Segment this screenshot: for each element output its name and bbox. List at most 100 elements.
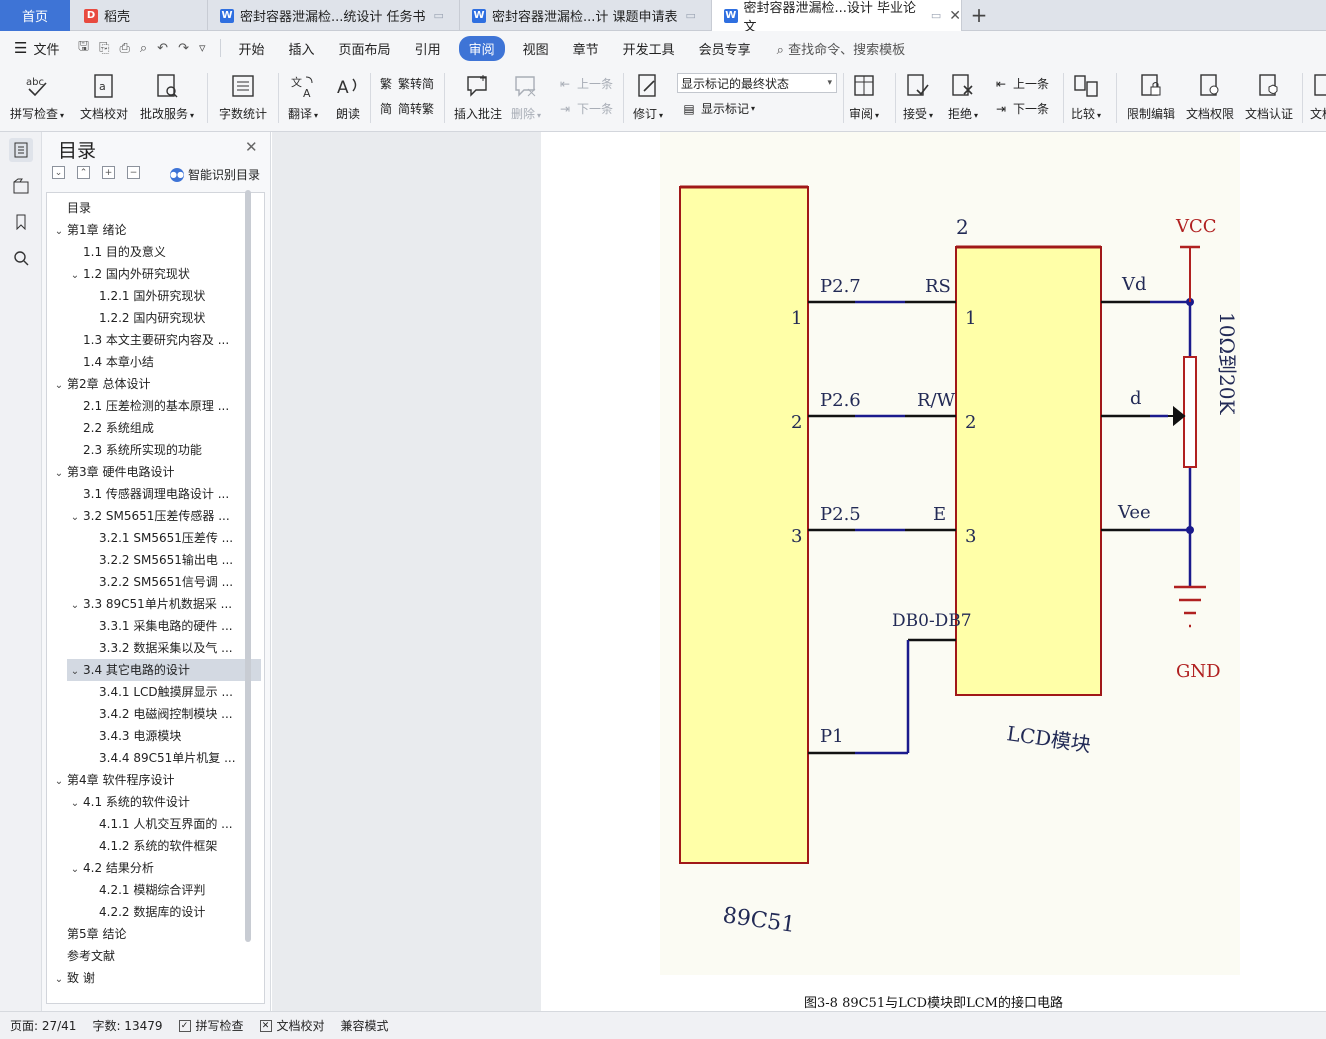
to-traditional-button[interactable]: 繁 繁转简: [378, 75, 434, 92]
outline-scrollbar[interactable]: [245, 190, 251, 942]
redo-icon[interactable]: ↷: [178, 41, 189, 56]
tab-thesis[interactable]: W 密封容器泄漏检...设计 毕业论文 ▭ ✕: [712, 0, 962, 35]
proof-toggle[interactable]: ✕ 文档校对: [259, 1017, 325, 1034]
accept-button[interactable]: 接受 ▾: [903, 71, 933, 122]
insert-comment-button[interactable]: 插入批注: [454, 71, 502, 122]
remove-heading-icon[interactable]: −: [127, 166, 140, 179]
close-icon[interactable]: ✕: [245, 138, 258, 156]
outline-item[interactable]: 1.3 本文主要研究内容及 ...: [83, 329, 261, 351]
doc-permission-button[interactable]: 文档权限: [1186, 71, 1234, 122]
outline-item[interactable]: ⌄ 4.2 结果分析: [67, 857, 261, 879]
outline-item[interactable]: 3.3.2 数据采集以及气 ...: [99, 637, 261, 659]
outline-icon[interactable]: [9, 138, 33, 162]
reject-button[interactable]: 拒绝 ▾: [948, 71, 978, 122]
outline-item[interactable]: ⌄ 第4章 软件程序设计: [51, 769, 261, 791]
prev-comment-button[interactable]: ⇤ 上一条: [557, 75, 613, 92]
spell-check-button[interactable]: abc 拼写检查 ▾: [10, 71, 64, 122]
tab-proposal[interactable]: W 密封容器泄漏检...计 课题申请表 ▭: [460, 0, 712, 31]
outline-item[interactable]: 3.2.1 SM5651压差传 ...: [99, 527, 261, 549]
chevron-down-icon[interactable]: ⌄: [51, 375, 67, 397]
bookmark-icon[interactable]: [9, 210, 33, 234]
chevron-down-icon[interactable]: ⌄: [67, 507, 83, 529]
add-heading-icon[interactable]: +: [102, 166, 115, 179]
outline-item[interactable]: 4.2.1 模糊综合评判: [99, 879, 261, 901]
outline-item[interactable]: 3.2.2 SM5651输出电 ...: [99, 549, 261, 571]
tab-daoke[interactable]: D 稻壳: [72, 0, 208, 31]
markup-state-select[interactable]: 显示标记的最终状态 ▾: [677, 73, 837, 93]
next-change-button[interactable]: ⇥ 下一条: [993, 100, 1049, 117]
word-count-indicator[interactable]: 字数: 13479: [92, 1017, 162, 1034]
outline-item[interactable]: ⌄ 4.1 系统的软件设计: [67, 791, 261, 813]
menu-insert[interactable]: 插入: [277, 39, 327, 58]
word-count-button[interactable]: 字数统计: [219, 71, 267, 122]
outline-item[interactable]: 3.1 传感器调理电路设计 ...: [83, 483, 261, 505]
search-icon[interactable]: [9, 246, 33, 270]
outline-item[interactable]: ⌄ 第2章 总体设计: [51, 373, 261, 395]
outline-item[interactable]: 2.3 系统所实现的功能: [83, 439, 261, 461]
outline-item[interactable]: ⌄ 3.3 89C51单片机数据采 ...: [67, 593, 261, 615]
collapse-all-icon[interactable]: ⌄: [52, 166, 65, 179]
outline-item[interactable]: ⌄ 3.2 SM5651压差传感器 ...: [67, 505, 261, 527]
menu-view[interactable]: 视图: [511, 39, 561, 58]
chevron-down-icon[interactable]: ⌄: [67, 661, 83, 683]
outline-item[interactable]: 3.4.1 LCD触摸屏显示 ...: [99, 681, 261, 703]
outline-item[interactable]: 2.2 系统组成: [83, 417, 261, 439]
chevron-down-icon[interactable]: ⌄: [51, 463, 67, 485]
customize-icon[interactable]: ▿: [199, 41, 206, 56]
outline-item[interactable]: 4.1.1 人机交互界面的 ...: [99, 813, 261, 835]
print-icon[interactable]: ⎙: [119, 41, 129, 56]
preview-icon[interactable]: ⌕: [140, 41, 147, 56]
outline-item[interactable]: 3.4.4 89C51单片机复 ...: [99, 747, 261, 769]
chevron-down-icon[interactable]: ⌄: [51, 221, 67, 243]
delete-comment-button[interactable]: 删除 ▾: [511, 71, 541, 122]
to-simplified-button[interactable]: 简 简转繁: [378, 100, 434, 117]
outline-item[interactable]: 4.2.2 数据库的设计: [99, 901, 261, 923]
chevron-down-icon[interactable]: ⌄: [67, 595, 83, 617]
page-indicator[interactable]: 页面: 27/41: [10, 1017, 76, 1034]
outline-item[interactable]: 3.3.1 采集电路的硬件 ...: [99, 615, 261, 637]
tab-task-book[interactable]: W 密封容器泄漏检...统设计 任务书 ▭: [208, 0, 460, 31]
review-pane-button[interactable]: 审阅 ▾: [849, 71, 879, 122]
outline-item[interactable]: 第5章 结论: [67, 923, 261, 945]
chevron-down-icon[interactable]: ⌄: [67, 859, 83, 881]
chapter-icon[interactable]: [9, 174, 33, 198]
undo-icon[interactable]: ↶: [157, 41, 168, 56]
restrict-edit-button[interactable]: 限制编辑: [1127, 71, 1175, 122]
outline-item[interactable]: 4.1.2 系统的软件框架: [99, 835, 261, 857]
menu-chapter[interactable]: 章节: [561, 39, 611, 58]
chevron-down-icon[interactable]: ⌄: [51, 969, 67, 991]
prev-change-button[interactable]: ⇤ 上一条: [993, 75, 1049, 92]
translate-button[interactable]: 文A 翻译 ▾: [288, 71, 318, 122]
menu-references[interactable]: 引用: [403, 39, 453, 58]
save-icon[interactable]: 🖫: [78, 37, 89, 59]
track-changes-button[interactable]: 修订 ▾: [633, 71, 663, 122]
compare-button[interactable]: 比较 ▾: [1071, 71, 1101, 122]
close-tab-icon[interactable]: ✕: [949, 8, 961, 24]
read-aloud-button[interactable]: A 朗读: [333, 71, 363, 122]
doc-more-button[interactable]: 文档: [1307, 71, 1326, 122]
spell-check-toggle[interactable]: ✓ 拼写检查: [178, 1017, 244, 1034]
smart-toc-button[interactable]: ●● 智能识别目录: [170, 166, 260, 183]
menu-developer[interactable]: 开发工具: [611, 39, 687, 58]
outline-item[interactable]: 1.2.1 国外研究现状: [99, 285, 261, 307]
outline-item[interactable]: 参考文献: [67, 945, 261, 967]
outline-item[interactable]: ⌄ 第3章 硬件电路设计: [51, 461, 261, 483]
chevron-down-icon[interactable]: ⌄: [51, 771, 67, 793]
menu-review[interactable]: 审阅: [458, 35, 505, 61]
outline-item[interactable]: 3.2.2 SM5651信号调 ...: [99, 571, 261, 593]
outline-item[interactable]: ⌄ 致 谢: [51, 967, 261, 989]
outline-item[interactable]: 1.1 目的及意义: [83, 241, 261, 263]
command-search[interactable]: ⌕ 查找命令、搜索模板: [763, 39, 905, 58]
outline-item[interactable]: 1.4 本章小结: [83, 351, 261, 373]
chevron-down-icon[interactable]: ⌄: [67, 265, 83, 287]
outline-item[interactable]: ⌄ 3.4 其它电路的设计: [67, 659, 261, 681]
next-comment-button[interactable]: ⇥ 下一条: [557, 100, 613, 117]
outline-item[interactable]: ⌄ 第1章 绪论: [51, 219, 261, 241]
outline-item[interactable]: 目录: [67, 197, 261, 219]
outline-item[interactable]: 3.4.3 电源模块: [99, 725, 261, 747]
menu-layout[interactable]: 页面布局: [327, 39, 403, 58]
outline-item[interactable]: ⌄ 1.2 国内外研究现状: [67, 263, 261, 285]
doc-proof-button[interactable]: a 文档校对: [80, 71, 128, 122]
file-menu[interactable]: ☰ 文件: [0, 39, 70, 58]
batch-service-button[interactable]: 批改服务 ▾: [140, 71, 194, 122]
